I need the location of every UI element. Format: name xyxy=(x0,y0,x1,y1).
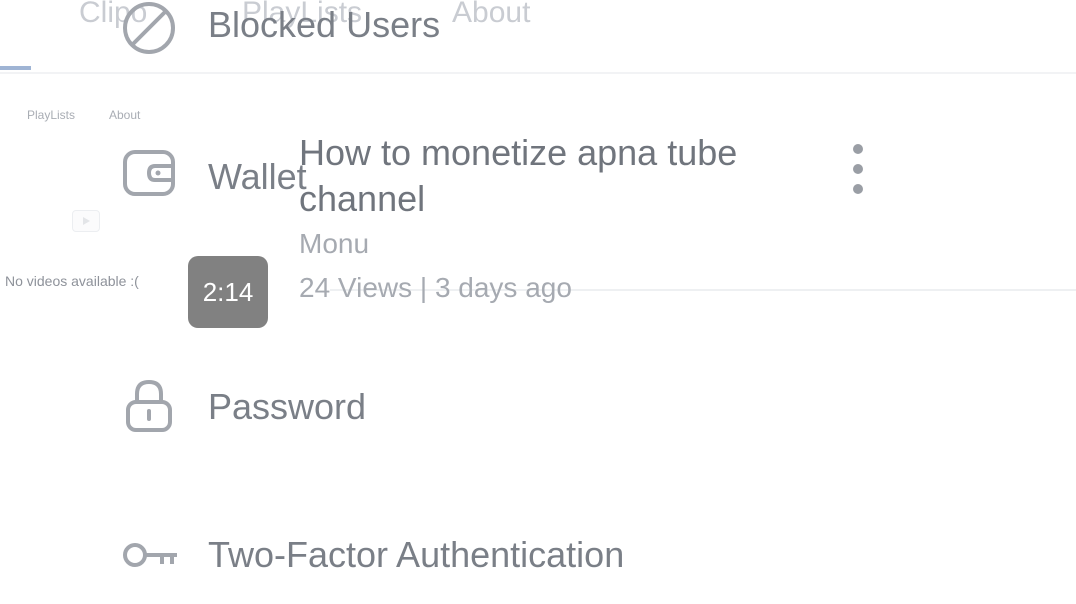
video-meta: 24 Views | 3 days ago xyxy=(299,272,572,303)
duration-badge: 2:14 xyxy=(188,256,268,328)
kebab-dot xyxy=(853,184,863,194)
kebab-dot xyxy=(853,164,863,174)
video-title[interactable]: How to monetize apna tube channel xyxy=(299,130,819,222)
more-vertical-icon[interactable] xyxy=(846,144,870,194)
video-card: 2:14 How to monetize apna tube channel M… xyxy=(0,0,1076,604)
video-author[interactable]: Monu xyxy=(299,228,369,260)
kebab-dot xyxy=(853,144,863,154)
